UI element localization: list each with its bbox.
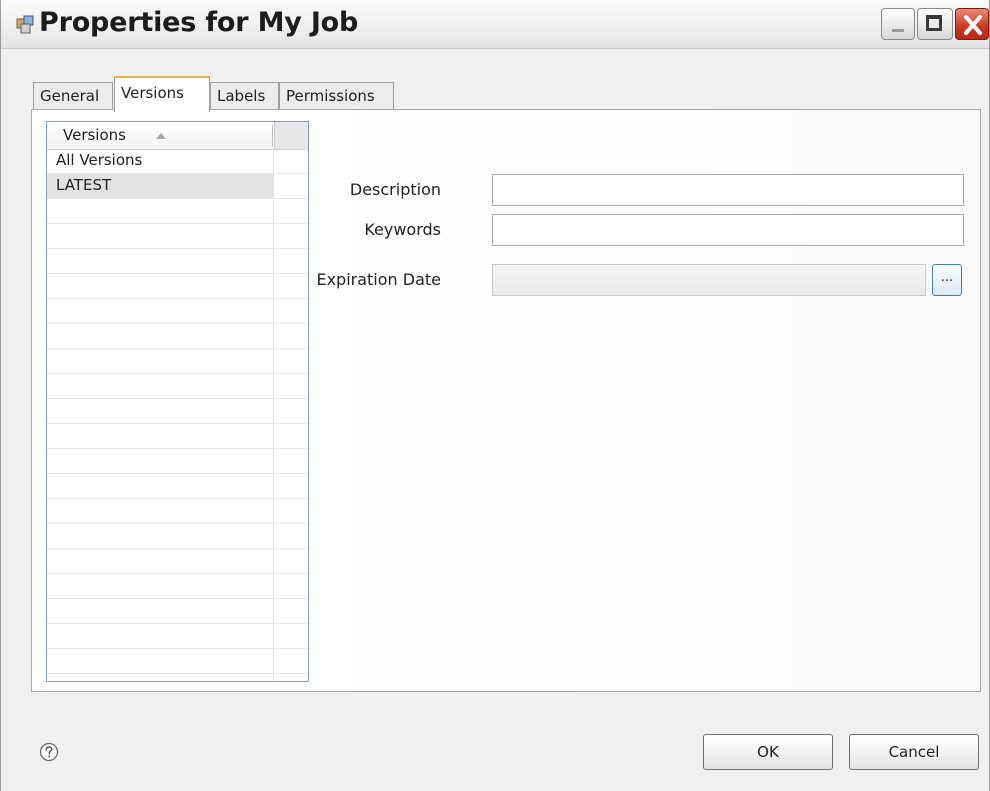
empty-cell: [47, 499, 273, 523]
list-item-side-cell: [273, 524, 308, 548]
list-item-side-cell: [273, 149, 308, 173]
minimize-button[interactable]: [881, 8, 915, 40]
job-icon: [16, 15, 34, 34]
list-item: [47, 549, 308, 574]
list-item: [47, 399, 308, 424]
list-item-side-cell: [273, 399, 308, 423]
list-item: [47, 474, 308, 499]
empty-cell: [47, 424, 273, 448]
column-divider[interactable]: [272, 125, 273, 146]
list-item-side-cell: [273, 674, 308, 681]
maximize-icon: [926, 15, 942, 31]
versions-list[interactable]: Versions All Versions LATEST: [46, 121, 309, 682]
list-item-side-cell: [273, 374, 308, 398]
list-item: [47, 374, 308, 399]
versions-column-header[interactable]: Versions: [47, 122, 308, 150]
column-header-label: Versions: [63, 126, 126, 144]
empty-cell: [47, 599, 273, 623]
expiration-date-field[interactable]: [492, 264, 926, 296]
list-item-side-cell: [273, 474, 308, 498]
minimize-icon: [892, 29, 904, 32]
tab-general[interactable]: General: [33, 82, 113, 110]
empty-cell: [47, 274, 273, 298]
list-item: [47, 449, 308, 474]
tab-versions[interactable]: Versions: [114, 76, 210, 112]
list-item-side-cell: [273, 599, 308, 623]
list-item: [47, 574, 308, 599]
list-item: [47, 624, 308, 649]
empty-cell: [47, 649, 273, 673]
help-icon[interactable]: [39, 742, 59, 762]
empty-cell: [47, 249, 273, 273]
list-item-side-cell: [273, 549, 308, 573]
empty-cell: [47, 324, 273, 348]
dialog-title: Properties for My Job: [39, 7, 359, 38]
empty-cell: [47, 199, 273, 223]
empty-cell: [47, 399, 273, 423]
close-icon: [964, 15, 982, 35]
title-bar[interactable]: Properties for My Job: [1, 0, 989, 49]
list-item-side-cell: [273, 349, 308, 373]
ok-button[interactable]: OK: [703, 734, 833, 770]
list-item: [47, 599, 308, 624]
empty-cell: [47, 449, 273, 473]
close-button[interactable]: [955, 8, 989, 40]
list-item: [47, 324, 308, 349]
list-item-label: All Versions: [56, 151, 143, 169]
empty-cell: [47, 349, 273, 373]
description-field[interactable]: [492, 174, 964, 206]
empty-cell: [47, 299, 273, 323]
cancel-button[interactable]: Cancel: [849, 734, 979, 770]
list-item-all-versions[interactable]: All Versions: [47, 149, 308, 174]
keywords-field[interactable]: [492, 214, 964, 246]
tab-permissions[interactable]: Permissions: [279, 82, 394, 110]
expiration-date-picker-button[interactable]: ...: [932, 264, 962, 296]
list-item-side-cell: [273, 299, 308, 323]
sort-ascending-icon: [156, 133, 166, 139]
empty-cell: [47, 474, 273, 498]
properties-dialog: Properties for My Job General Versions L…: [0, 0, 990, 791]
list-item: [47, 674, 308, 681]
list-item: [47, 499, 308, 524]
list-item: [47, 299, 308, 324]
empty-cell: [47, 524, 273, 548]
empty-cell: [47, 374, 273, 398]
empty-cell: [47, 574, 273, 598]
versions-tab-panel: Versions All Versions LATEST ...: [31, 109, 981, 692]
empty-cell: [47, 224, 273, 248]
list-item-side-cell: [273, 449, 308, 473]
list-item-side-cell: [273, 499, 308, 523]
empty-cell: [47, 624, 273, 648]
empty-cell: [47, 549, 273, 573]
list-item: [47, 349, 308, 374]
tab-labels[interactable]: Labels: [210, 82, 279, 110]
empty-cell: [47, 674, 273, 681]
list-item-side-cell: [273, 424, 308, 448]
list-item-side-cell: [273, 324, 308, 348]
list-item: [47, 649, 308, 674]
list-item-label: LATEST: [47, 174, 273, 198]
list-item-side-cell: [273, 649, 308, 673]
maximize-button[interactable]: [917, 8, 953, 40]
column-header-filler: [274, 122, 308, 149]
expiration-date-label: Expiration Date: [316, 270, 441, 289]
keywords-label: Keywords: [364, 220, 441, 239]
list-item-side-cell: [273, 624, 308, 648]
list-item-side-cell: [273, 574, 308, 598]
description-label: Description: [349, 180, 441, 199]
list-item: [47, 524, 308, 549]
list-item: [47, 424, 308, 449]
